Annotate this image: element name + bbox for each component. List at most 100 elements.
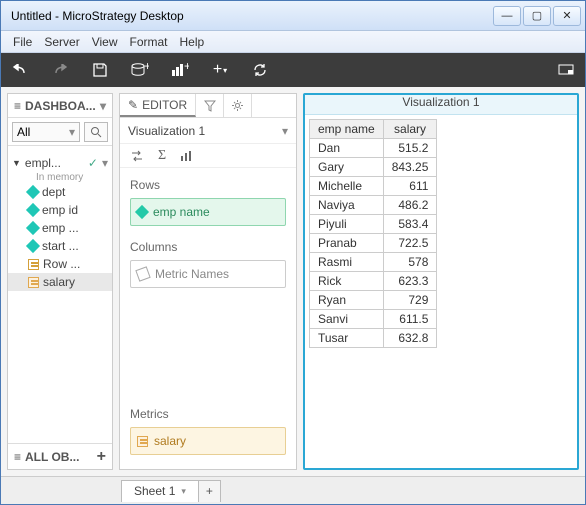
- sidebar-filters: All▾: [8, 118, 112, 146]
- menu-format[interactable]: Format: [129, 35, 167, 49]
- tree-item-label: salary: [43, 275, 75, 289]
- metric-icon: [137, 436, 148, 447]
- cell-name: Rick: [310, 272, 384, 291]
- col-header-salary[interactable]: salary: [383, 120, 437, 139]
- tree-item-label: Row ...: [43, 257, 80, 271]
- viz-icon[interactable]: +: [171, 61, 189, 79]
- metrics-section: Metrics salary: [120, 397, 296, 469]
- cell-salary: 729: [383, 291, 437, 310]
- close-button[interactable]: ✕: [553, 6, 581, 26]
- cell-name: Sanvi: [310, 310, 384, 329]
- table-row[interactable]: Rasmi578: [310, 253, 437, 272]
- columns-section: Columns Metric Names: [120, 230, 296, 292]
- editor-panel: ✎EDITOR Visualization 1▾ Σ Rows emp name: [119, 93, 297, 470]
- add-icon[interactable]: +▾: [211, 61, 229, 79]
- tree-item[interactable]: salary: [8, 273, 112, 291]
- sidebar: ≡DASHBOA...▾ All▾ ▼empl... ✓▾ In memory …: [7, 93, 113, 470]
- cell-salary: 611: [383, 177, 437, 196]
- col-header-name[interactable]: emp name: [310, 120, 384, 139]
- add-sheet-button[interactable]: +: [199, 480, 221, 502]
- table-row[interactable]: Michelle611: [310, 177, 437, 196]
- rows-dropzone[interactable]: emp name: [130, 198, 286, 226]
- redo-icon[interactable]: [51, 61, 69, 79]
- rows-chip: emp name: [153, 205, 210, 219]
- editor-tab[interactable]: ✎EDITOR: [120, 94, 196, 117]
- diamond-icon: [26, 239, 40, 253]
- table-row[interactable]: Gary843.25: [310, 158, 437, 177]
- cell-name: Dan: [310, 139, 384, 158]
- dataset-group[interactable]: ▼empl... ✓▾: [8, 154, 112, 172]
- sheet-tab[interactable]: Sheet 1▾: [121, 480, 199, 502]
- content-area: ≡DASHBOA...▾ All▾ ▼empl... ✓▾ In memory …: [1, 87, 585, 476]
- all-objects-button[interactable]: ≡ALL OB...+: [8, 443, 112, 469]
- tree-item-label: start ...: [42, 239, 79, 253]
- cell-salary: 486.2: [383, 196, 437, 215]
- sigma-icon[interactable]: Σ: [158, 148, 166, 164]
- metric-icon: [28, 277, 39, 288]
- metrics-label: Metrics: [130, 407, 286, 421]
- in-memory-label: In memory: [8, 172, 112, 183]
- editor-icons: Σ: [120, 144, 296, 168]
- cell-name: Rasmi: [310, 253, 384, 272]
- menu-file[interactable]: File: [13, 35, 32, 49]
- minimize-button[interactable]: —: [493, 6, 521, 26]
- tag-icon: [135, 266, 150, 281]
- cell-name: Piyuli: [310, 215, 384, 234]
- data-icon[interactable]: +: [131, 61, 149, 79]
- tree-item[interactable]: dept: [8, 183, 112, 201]
- table-row[interactable]: Dan515.2: [310, 139, 437, 158]
- menu-server[interactable]: Server: [44, 35, 79, 49]
- metrics-dropzone[interactable]: salary: [130, 427, 286, 455]
- viz-body: emp name salary Dan515.2Gary843.25Michel…: [305, 115, 577, 468]
- titlebar: Untitled - MicroStrategy Desktop — ▢ ✕: [1, 1, 585, 31]
- viz-header: Visualization 1: [305, 95, 577, 115]
- table-row[interactable]: Tusar632.8: [310, 329, 437, 348]
- search-button[interactable]: [84, 122, 108, 142]
- chart-icon[interactable]: [180, 150, 192, 162]
- table-row[interactable]: Naviya486.2: [310, 196, 437, 215]
- filter-tab[interactable]: [196, 94, 224, 117]
- swap-icon[interactable]: [130, 150, 144, 162]
- cell-salary: 722.5: [383, 234, 437, 253]
- diamond-icon: [135, 205, 149, 219]
- present-icon[interactable]: [557, 61, 575, 79]
- table-row[interactable]: Piyuli583.4: [310, 215, 437, 234]
- cell-name: Michelle: [310, 177, 384, 196]
- bottom-bar: Sheet 1▾ +: [1, 476, 585, 504]
- table-row[interactable]: Pranab722.5: [310, 234, 437, 253]
- settings-tab[interactable]: [224, 94, 252, 117]
- tree-item[interactable]: emp ...: [8, 219, 112, 237]
- tree-item[interactable]: Row ...: [8, 255, 112, 273]
- rows-label: Rows: [130, 178, 286, 192]
- diamond-icon: [26, 221, 40, 235]
- diamond-icon: [26, 203, 40, 217]
- window-title: Untitled - MicroStrategy Desktop: [11, 9, 491, 23]
- tree-item-label: dept: [42, 185, 65, 199]
- refresh-icon[interactable]: [251, 61, 269, 79]
- menu-help[interactable]: Help: [180, 35, 205, 49]
- table-row[interactable]: Ryan729: [310, 291, 437, 310]
- tree-item[interactable]: emp id: [8, 201, 112, 219]
- tree-item[interactable]: start ...: [8, 237, 112, 255]
- menubar: File Server View Format Help: [1, 31, 585, 53]
- columns-chip: Metric Names: [155, 267, 229, 281]
- maximize-button[interactable]: ▢: [523, 6, 551, 26]
- toolbar: + + +▾: [1, 53, 585, 87]
- table-row[interactable]: Rick623.3: [310, 272, 437, 291]
- table-row[interactable]: Sanvi611.5: [310, 310, 437, 329]
- cell-salary: 583.4: [383, 215, 437, 234]
- viz-title-row[interactable]: Visualization 1▾: [120, 118, 296, 144]
- cell-salary: 623.3: [383, 272, 437, 291]
- columns-dropzone[interactable]: Metric Names: [130, 260, 286, 288]
- save-icon[interactable]: [91, 61, 109, 79]
- cell-salary: 515.2: [383, 139, 437, 158]
- menu-view[interactable]: View: [92, 35, 118, 49]
- tree-item-label: emp ...: [42, 221, 79, 235]
- visualization-panel: Visualization 1 emp name salary Dan515.2…: [303, 93, 579, 470]
- data-table: emp name salary Dan515.2Gary843.25Michel…: [309, 119, 437, 348]
- svg-text:+: +: [144, 63, 149, 73]
- svg-text:+: +: [184, 63, 189, 73]
- filter-all-dropdown[interactable]: All▾: [12, 122, 80, 142]
- undo-icon[interactable]: [11, 61, 29, 79]
- cell-name: Ryan: [310, 291, 384, 310]
